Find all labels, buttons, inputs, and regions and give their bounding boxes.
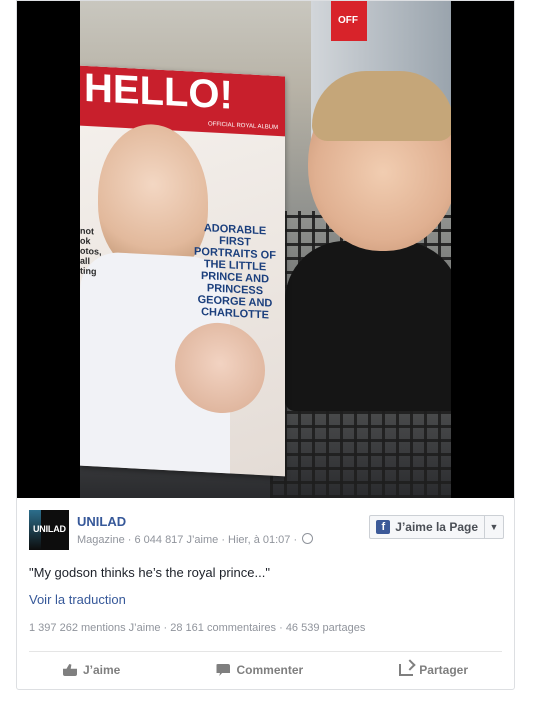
like-button[interactable]: J’aime [29,652,154,688]
post-time[interactable]: Hier, à 01:07 [228,534,290,546]
toddler-shirt [285,241,451,411]
post-counts: 1 397 262 mentions J’aime · 28 161 comme… [29,622,366,634]
reactions-count[interactable]: 1 397 262 mentions J’aime [29,622,160,634]
share-label: Partager [419,663,468,677]
post-header: UNILAD UNILAD Magazine · 6 044 817 J’aim… [29,510,504,555]
comments-count[interactable]: 28 161 commentaires [170,622,276,634]
see-translation-link[interactable]: Voir la traduction [29,592,126,607]
page-avatar[interactable]: UNILAD [29,510,69,550]
toddler-hair [312,71,451,141]
magazine-cover: HELLO! OFFICIAL ROYAL ALBUM ADORABLE FIR… [80,65,285,477]
avatar-logo: UNILAD [33,524,66,534]
comment-label: Commenter [236,663,304,677]
like-page-button-group: f J’aime la Page ▼ [369,515,504,539]
share-icon [399,664,414,676]
like-page-button[interactable]: f J’aime la Page [370,516,485,538]
facebook-icon: f [376,520,391,534]
post-meta: Magazine · 6 044 817 J’aime · Hier, à 01… [77,533,314,546]
like-label: J’aime [83,663,121,677]
share-button[interactable]: Partager [365,652,502,688]
post-actions: J’aime Commenter Partager [29,651,502,688]
post-message: "My godson thinks he’s the royal prince.… [29,565,270,580]
chevron-down-icon[interactable]: ▼ [485,522,503,532]
photo-content: OFF HELLO! OFFICIAL ROYAL ALBUM ADORABLE… [80,1,451,498]
thumbs-up-icon [63,664,77,676]
comment-icon [216,664,231,676]
facebook-post: OFF HELLO! OFFICIAL ROYAL ALBUM ADORABLE… [16,0,515,690]
page-category: Magazine [77,534,125,546]
store-sign: OFF [331,1,367,41]
magazine-side-text: not ok otos, all ting [80,225,102,277]
globe-icon [302,533,314,544]
post-photo[interactable]: OFF HELLO! OFFICIAL ROYAL ALBUM ADORABLE… [17,1,514,498]
comment-button[interactable]: Commenter [182,652,337,688]
page-name-link[interactable]: UNILAD [77,514,126,529]
magazine-headline: ADORABLE FIRST PORTRAITS OF THE LITTLE P… [194,222,276,322]
page-likes: 6 044 817 J’aime [134,534,219,546]
like-page-label: J’aime la Page [395,520,478,534]
shares-count[interactable]: 46 539 partages [286,622,366,634]
